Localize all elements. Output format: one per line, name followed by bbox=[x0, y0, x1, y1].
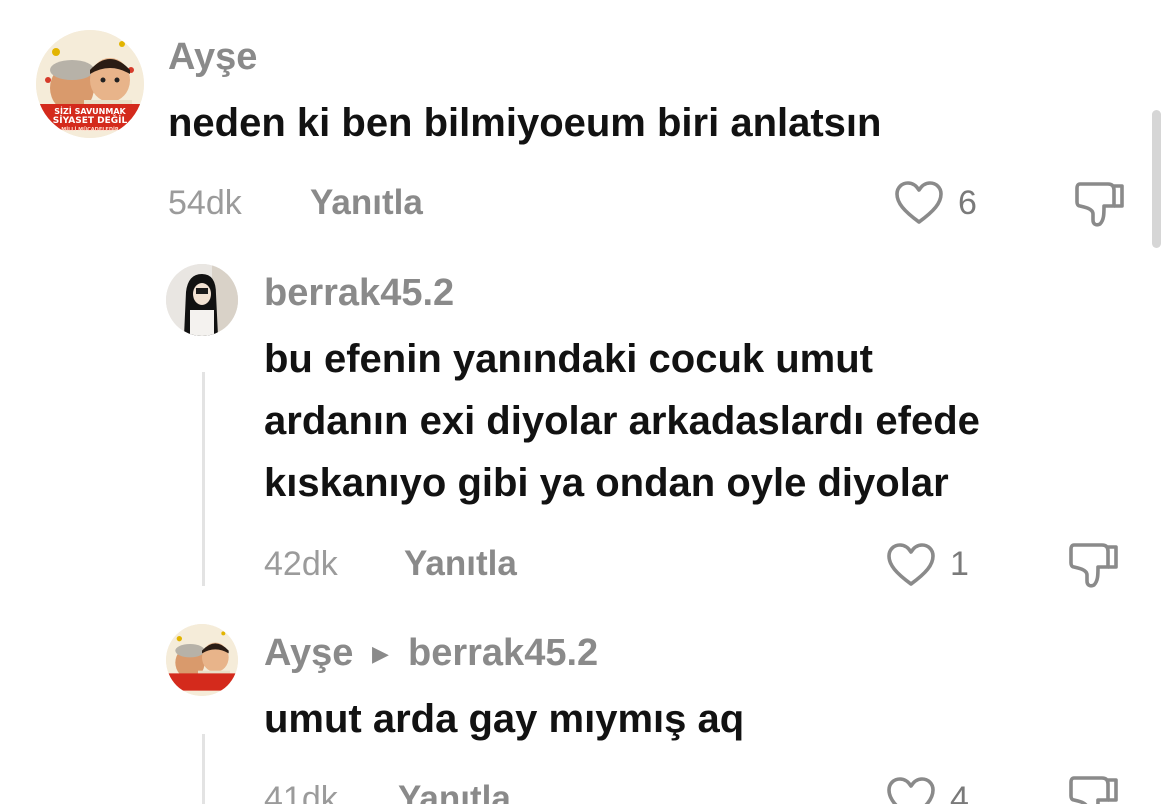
comment-text-line: bu efenin yanındaki cocuk umut bbox=[264, 337, 873, 381]
thread-line bbox=[202, 372, 205, 586]
comment-text: neden ki ben bilmiyoeum biri anlatsın bbox=[168, 101, 882, 145]
comment-text-line: kıskanıyo gibi ya ondan oyle diyolar bbox=[264, 461, 949, 505]
comment-text: umut arda gay mıymış aq bbox=[264, 697, 745, 741]
scrollbar[interactable] bbox=[1152, 110, 1161, 248]
avatar[interactable] bbox=[166, 264, 238, 336]
like-count: 1 bbox=[950, 545, 969, 583]
avatar-caption: MİLLİ MÜCADELEDİR bbox=[61, 127, 119, 133]
avatar-image bbox=[166, 624, 238, 696]
heart-outline-icon[interactable] bbox=[894, 180, 944, 226]
reply-button[interactable]: Yanıtla bbox=[310, 183, 423, 223]
comment-username[interactable]: Ayşe bbox=[264, 632, 353, 675]
thumbs-down-icon[interactable] bbox=[1068, 541, 1120, 591]
avatar-caption: SİYASET DEĞİL bbox=[52, 116, 128, 126]
avatar-image bbox=[166, 264, 238, 336]
like-count: 4 bbox=[950, 780, 969, 804]
comment-text-line: ardanın exi diyolar arkadaslardı efede bbox=[264, 399, 980, 443]
like-count: 6 bbox=[958, 184, 977, 222]
reply-button[interactable]: Yanıtla bbox=[398, 779, 511, 804]
comment-time: 42dk bbox=[264, 545, 338, 583]
avatar[interactable]: SİZİ SAVUNMAK SİYASET DEĞİL MİLLİ MÜCADE… bbox=[36, 30, 144, 138]
reply-arrow-icon: ▶ bbox=[372, 641, 389, 666]
heart-outline-icon[interactable] bbox=[886, 542, 936, 588]
reply-button[interactable]: Yanıtla bbox=[404, 544, 517, 584]
thumbs-down-icon[interactable] bbox=[1068, 774, 1120, 804]
comment-time: 54dk bbox=[168, 184, 242, 222]
thread-line bbox=[202, 734, 205, 804]
reply-to-username[interactable]: berrak45.2 bbox=[408, 632, 598, 675]
avatar[interactable] bbox=[166, 624, 238, 696]
comment-username[interactable]: Ayşe bbox=[168, 36, 257, 79]
avatar-caption: SİZİ SAVUNMAK bbox=[54, 107, 126, 116]
comment-username[interactable]: berrak45.2 bbox=[264, 272, 454, 315]
thumbs-down-icon[interactable] bbox=[1074, 180, 1126, 230]
heart-outline-icon[interactable] bbox=[886, 776, 936, 804]
comment-time: 41dk bbox=[264, 780, 338, 804]
